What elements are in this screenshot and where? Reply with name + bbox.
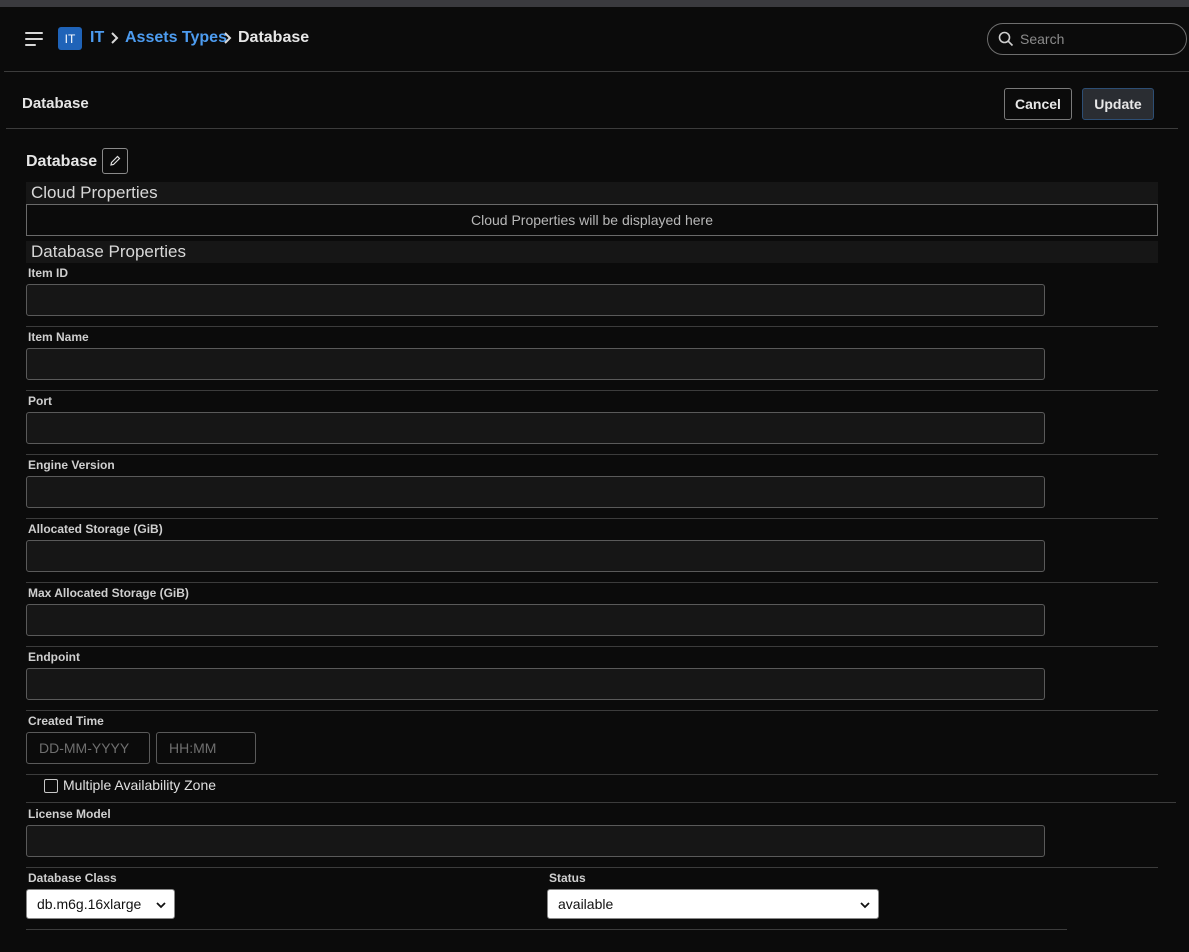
app-badge[interactable]: IT [58, 27, 82, 50]
item-name-field[interactable] [26, 348, 1045, 380]
search-input[interactable] [1020, 31, 1170, 47]
window-top-strip [0, 0, 1189, 7]
license-model-field[interactable] [26, 825, 1045, 857]
chevron-down-icon [156, 902, 166, 909]
database-class-value: db.m6g.16xlarge [37, 896, 142, 912]
section-header-cloud-properties: Cloud Properties [26, 182, 1158, 204]
divider [26, 326, 1158, 327]
page-title: Database [22, 95, 89, 112]
license-model-label: License Model [28, 807, 111, 821]
app-header: IT IT Assets Types Database [4, 7, 1189, 72]
breadcrumb-assets-types[interactable]: Assets Types [125, 29, 227, 47]
max-allocated-storage-label: Max Allocated Storage (GiB) [28, 586, 189, 600]
divider [26, 710, 1158, 711]
pencil-icon [110, 155, 121, 166]
multi-az-label: Multiple Availability Zone [63, 777, 217, 793]
divider [26, 518, 1158, 519]
divider [26, 582, 1158, 583]
item-id-field[interactable] [26, 284, 1045, 316]
divider [26, 802, 1176, 803]
status-select[interactable]: available [547, 889, 879, 919]
search-box[interactable] [987, 23, 1187, 55]
endpoint-label: Endpoint [28, 650, 80, 664]
max-allocated-storage-field[interactable] [26, 604, 1045, 636]
cancel-button[interactable]: Cancel [1004, 88, 1072, 120]
page-header: Database Cancel Update [6, 72, 1178, 129]
multi-az-checkbox[interactable] [44, 779, 58, 793]
cloud-properties-placeholder: Cloud Properties will be displayed here [26, 204, 1158, 236]
created-time-label: Created Time [28, 714, 104, 728]
entity-title: Database [26, 153, 98, 170]
endpoint-field[interactable] [26, 668, 1045, 700]
item-name-label: Item Name [28, 330, 89, 344]
port-field[interactable] [26, 412, 1045, 444]
divider [26, 390, 1158, 391]
item-id-label: Item ID [28, 266, 69, 280]
status-label: Status [549, 871, 586, 885]
divider [26, 867, 1158, 868]
created-time-input[interactable] [156, 732, 256, 764]
created-date-input[interactable] [26, 732, 150, 764]
chevron-right-icon [110, 31, 120, 48]
section-header-database-properties: Database Properties [26, 241, 1158, 263]
database-class-label: Database Class [28, 871, 117, 885]
divider [26, 646, 1158, 647]
divider [26, 454, 1158, 455]
hamburger-menu-icon[interactable] [25, 32, 43, 46]
divider [26, 774, 1158, 775]
chevron-down-icon [860, 902, 870, 909]
engine-version-label: Engine Version [28, 458, 115, 472]
database-class-select[interactable]: db.m6g.16xlarge [26, 889, 175, 919]
allocated-storage-label: Allocated Storage (GiB) [28, 522, 163, 536]
breadcrumb-it[interactable]: IT [90, 29, 104, 47]
update-button[interactable]: Update [1082, 88, 1154, 120]
chevron-right-icon [223, 31, 233, 48]
allocated-storage-field[interactable] [26, 540, 1045, 572]
breadcrumb-current: Database [238, 29, 310, 46]
port-label: Port [28, 394, 52, 408]
divider [26, 929, 1067, 930]
engine-version-field[interactable] [26, 476, 1045, 508]
search-icon [998, 31, 1014, 47]
edit-name-button[interactable] [102, 148, 128, 174]
status-value: available [558, 896, 614, 912]
